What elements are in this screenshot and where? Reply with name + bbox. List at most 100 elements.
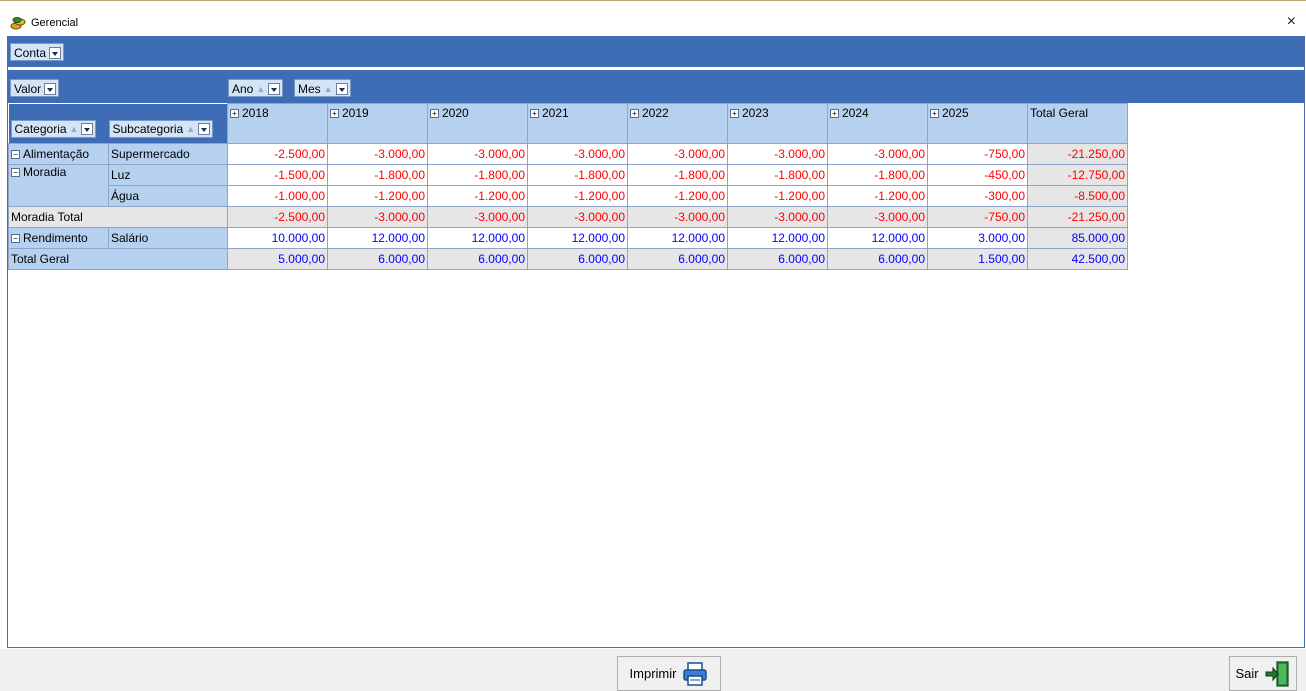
row-header-salario[interactable]: Salário: [108, 227, 228, 249]
subtotal-cell[interactable]: -750,00: [927, 206, 1028, 228]
close-icon[interactable]: ×: [1287, 13, 1296, 31]
subtotal-cell[interactable]: -3.000,00: [827, 206, 928, 228]
column-header-2021[interactable]: +2021: [527, 103, 628, 144]
cell[interactable]: 3.000,00: [927, 227, 1028, 249]
total-cell[interactable]: -12.750,00: [1027, 164, 1128, 186]
cell[interactable]: -1.800,00: [427, 164, 528, 186]
total-cell[interactable]: -8.500,00: [1027, 185, 1128, 207]
collapse-icon[interactable]: −: [11, 168, 20, 177]
cell[interactable]: -1.800,00: [527, 164, 628, 186]
subtotal-cell[interactable]: -3.000,00: [727, 206, 828, 228]
exit-door-icon: [1265, 660, 1289, 687]
row-header-moradia-total[interactable]: Moradia Total: [8, 206, 228, 228]
chevron-down-icon[interactable]: [49, 46, 62, 59]
column-header-2020[interactable]: +2020: [427, 103, 528, 144]
total-cell[interactable]: -21.250,00: [1027, 206, 1128, 228]
row-header-supermercado[interactable]: Supermercado: [108, 143, 228, 165]
cell[interactable]: -3.000,00: [627, 143, 728, 165]
ano-field-button[interactable]: Ano ▲: [228, 79, 284, 97]
subtotal-cell[interactable]: -3.000,00: [627, 206, 728, 228]
column-header-2025[interactable]: +2025: [927, 103, 1028, 144]
valor-field-button[interactable]: Valor: [10, 79, 60, 97]
subtotal-cell[interactable]: -3.000,00: [427, 206, 528, 228]
exit-button[interactable]: Sair: [1229, 656, 1297, 691]
grand-total-cell[interactable]: 5.000,00: [227, 248, 328, 270]
expand-icon[interactable]: +: [630, 109, 639, 118]
cell[interactable]: -1.800,00: [727, 164, 828, 186]
grand-total-cell[interactable]: 6.000,00: [627, 248, 728, 270]
chevron-down-icon[interactable]: [335, 82, 348, 95]
column-header-total-geral[interactable]: Total Geral: [1027, 103, 1128, 144]
cell[interactable]: 10.000,00: [227, 227, 328, 249]
cell[interactable]: -1.800,00: [827, 164, 928, 186]
cell[interactable]: -1.200,00: [427, 185, 528, 207]
cell[interactable]: -450,00: [927, 164, 1028, 186]
cell[interactable]: 12.000,00: [427, 227, 528, 249]
collapse-icon[interactable]: −: [11, 234, 20, 243]
chevron-down-icon[interactable]: [81, 123, 94, 135]
column-header-2022[interactable]: +2022: [627, 103, 728, 144]
total-cell[interactable]: -21.250,00: [1027, 143, 1128, 165]
grand-total-cell[interactable]: 6.000,00: [427, 248, 528, 270]
subtotal-cell[interactable]: -2.500,00: [227, 206, 328, 228]
cell[interactable]: -3.000,00: [727, 143, 828, 165]
grand-total-cell[interactable]: 6.000,00: [727, 248, 828, 270]
cell[interactable]: -300,00: [927, 185, 1028, 207]
cell[interactable]: -3.000,00: [327, 143, 428, 165]
row-header-rendimento[interactable]: − Rendimento: [8, 227, 109, 249]
expand-icon[interactable]: +: [330, 109, 339, 118]
cell[interactable]: -1.800,00: [327, 164, 428, 186]
cell[interactable]: -2.500,00: [227, 143, 328, 165]
expand-icon[interactable]: +: [230, 109, 239, 118]
column-header-2019[interactable]: +2019: [327, 103, 428, 144]
chevron-down-icon[interactable]: [268, 82, 281, 95]
print-button[interactable]: Imprimir: [617, 656, 721, 691]
cell[interactable]: -1.000,00: [227, 185, 328, 207]
cell[interactable]: 12.000,00: [627, 227, 728, 249]
subtotal-cell[interactable]: -3.000,00: [527, 206, 628, 228]
collapse-icon[interactable]: −: [11, 150, 20, 159]
expand-icon[interactable]: +: [730, 109, 739, 118]
cell[interactable]: -750,00: [927, 143, 1028, 165]
cell[interactable]: 12.000,00: [727, 227, 828, 249]
cell[interactable]: -1.200,00: [327, 185, 428, 207]
cell[interactable]: -1.200,00: [727, 185, 828, 207]
cell[interactable]: -3.000,00: [427, 143, 528, 165]
cell[interactable]: 12.000,00: [827, 227, 928, 249]
grand-total-cell[interactable]: 6.000,00: [827, 248, 928, 270]
cell[interactable]: 12.000,00: [327, 227, 428, 249]
cell[interactable]: -1.800,00: [627, 164, 728, 186]
categoria-field-button[interactable]: Categoria ▲: [10, 119, 97, 138]
cell[interactable]: -1.200,00: [827, 185, 928, 207]
row-header-moradia[interactable]: − Moradia: [8, 164, 109, 207]
grand-total-cell[interactable]: 42.500,00: [1027, 248, 1128, 270]
expand-icon[interactable]: +: [830, 109, 839, 118]
cell[interactable]: -1.200,00: [627, 185, 728, 207]
row-header-agua[interactable]: Água: [108, 185, 228, 207]
cell[interactable]: -1.500,00: [227, 164, 328, 186]
row-header-luz[interactable]: Luz: [108, 164, 228, 186]
column-header-2023[interactable]: +2023: [727, 103, 828, 144]
expand-icon[interactable]: +: [930, 109, 939, 118]
expand-icon[interactable]: +: [530, 109, 539, 118]
column-header-2024[interactable]: +2024: [827, 103, 928, 144]
row-header-total-geral[interactable]: Total Geral: [8, 248, 228, 270]
grand-total-cell[interactable]: 6.000,00: [527, 248, 628, 270]
chevron-down-icon[interactable]: [44, 82, 57, 95]
mes-field-button[interactable]: Mes ▲: [294, 79, 351, 97]
subtotal-cell[interactable]: -3.000,00: [327, 206, 428, 228]
window-titlebar: Gerencial ×: [0, 0, 1306, 34]
chevron-down-icon[interactable]: [198, 123, 211, 135]
total-cell[interactable]: 85.000,00: [1027, 227, 1128, 249]
cell[interactable]: -3.000,00: [827, 143, 928, 165]
cell[interactable]: 12.000,00: [527, 227, 628, 249]
column-header-2018[interactable]: +2018: [227, 103, 328, 144]
expand-icon[interactable]: +: [430, 109, 439, 118]
cell[interactable]: -1.200,00: [527, 185, 628, 207]
grand-total-cell[interactable]: 6.000,00: [327, 248, 428, 270]
cell[interactable]: -3.000,00: [527, 143, 628, 165]
conta-filter-button[interactable]: Conta: [10, 43, 65, 61]
grand-total-cell[interactable]: 1.500,00: [927, 248, 1028, 270]
row-header-alimentacao[interactable]: − Alimentação: [8, 143, 109, 165]
subcategoria-field-button[interactable]: Subcategoria ▲: [108, 119, 214, 138]
